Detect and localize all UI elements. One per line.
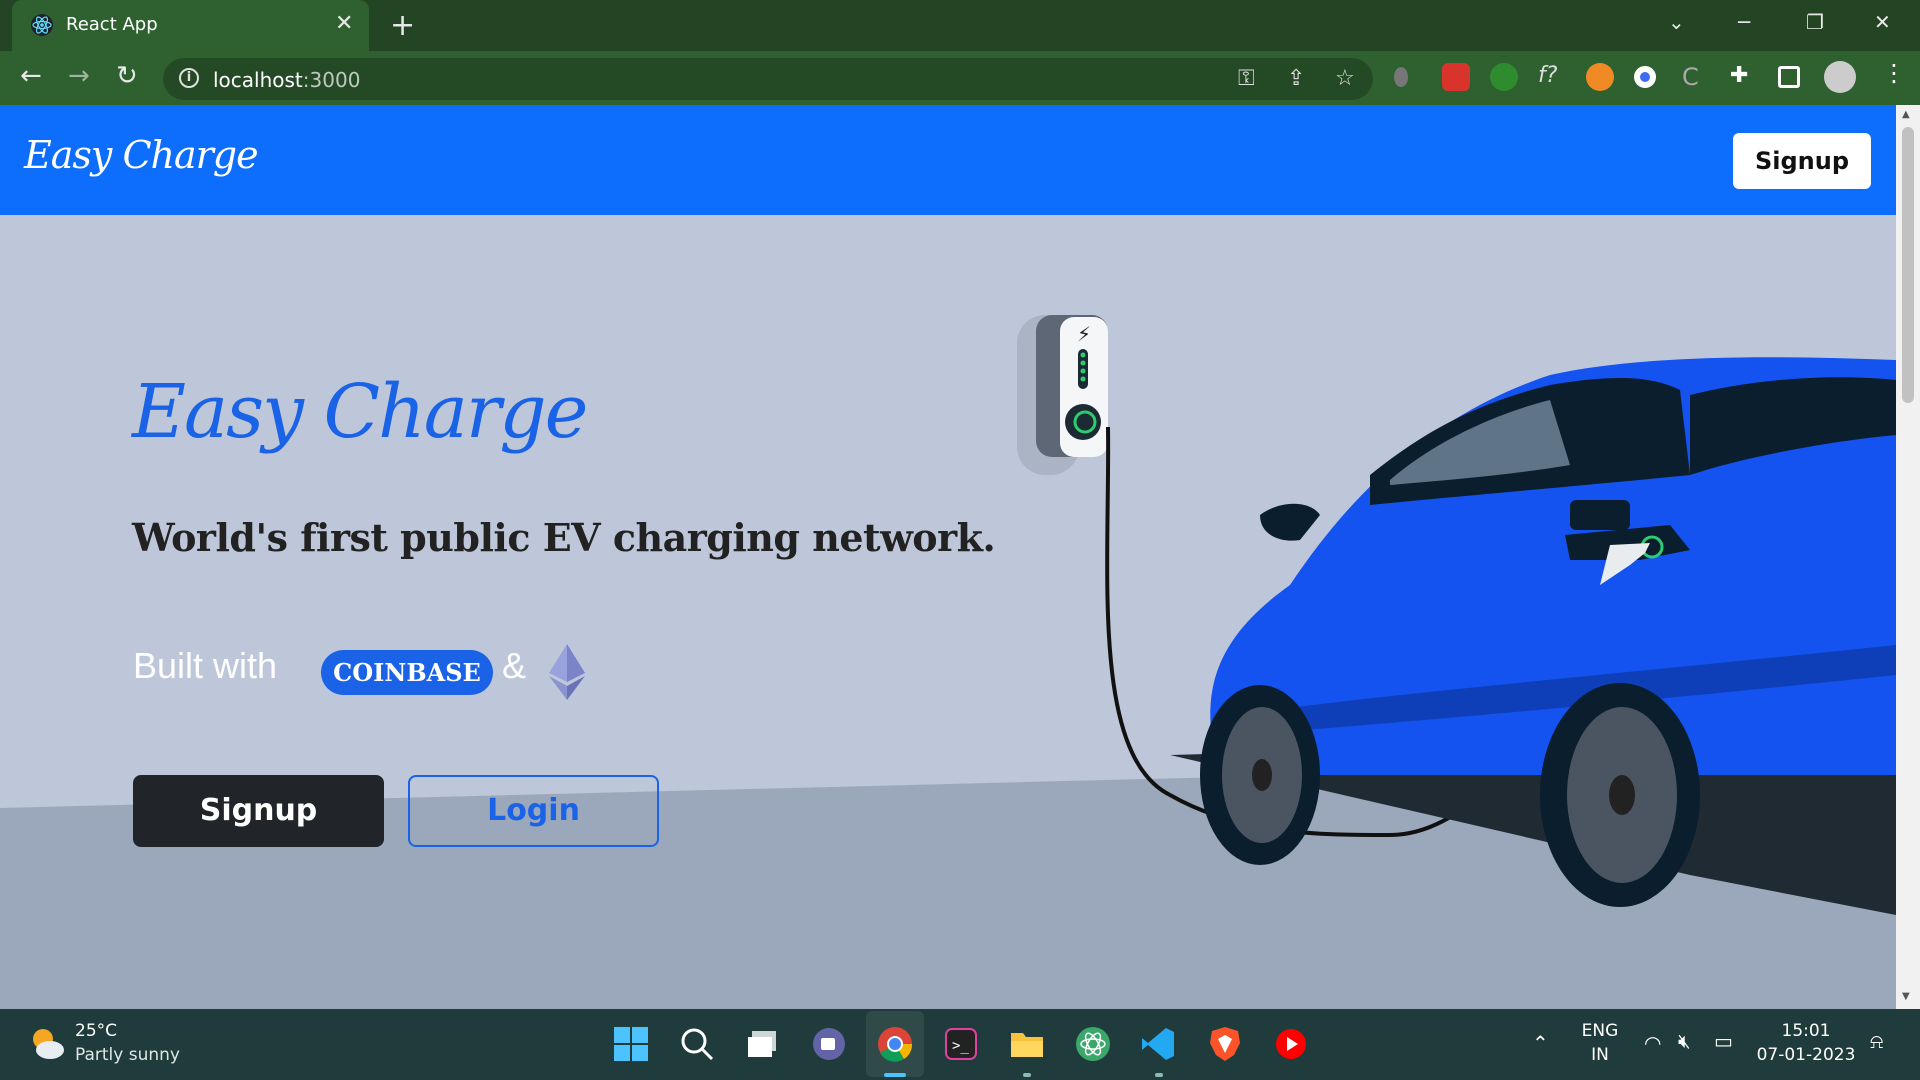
search-icon[interactable] bbox=[676, 1023, 718, 1065]
brand-logo[interactable]: Easy Charge bbox=[24, 133, 259, 177]
tab-strip: React App ✕ + ⌄ ─ ❐ ✕ bbox=[0, 0, 1920, 51]
svg-text:⚡: ⚡ bbox=[1077, 322, 1091, 346]
ampersand-text: & bbox=[502, 645, 527, 686]
tray-overflow-icon[interactable]: ⌃ bbox=[1532, 1031, 1549, 1055]
forward-icon[interactable]: → bbox=[68, 61, 90, 91]
navbar-signup-button[interactable]: Signup bbox=[1733, 133, 1871, 189]
language-indicator[interactable]: ENG bbox=[1580, 1021, 1620, 1041]
close-window-icon[interactable]: ✕ bbox=[1874, 10, 1891, 34]
top-navbar: Easy Charge Signup bbox=[0, 105, 1896, 215]
tab-title: React App bbox=[66, 14, 158, 35]
brave-icon[interactable] bbox=[1204, 1023, 1246, 1065]
restore-icon[interactable]: ❐ bbox=[1806, 10, 1824, 34]
scroll-thumb[interactable] bbox=[1902, 127, 1914, 403]
menu-icon[interactable]: ⋮ bbox=[1882, 59, 1910, 87]
clock-time[interactable]: 15:01 bbox=[1756, 1021, 1856, 1041]
tab-search-icon[interactable]: ⌄ bbox=[1668, 10, 1685, 34]
hero-signup-button[interactable]: Signup bbox=[133, 775, 384, 847]
volume-muted-icon[interactable]: 🔇︎ bbox=[1678, 1029, 1691, 1053]
reload-icon[interactable]: ↻ bbox=[116, 61, 138, 91]
extension-tree-icon[interactable] bbox=[1490, 63, 1518, 91]
close-tab-icon[interactable]: ✕ bbox=[335, 11, 353, 36]
explorer-running-indicator bbox=[1023, 1073, 1031, 1077]
teams-chat-icon[interactable] bbox=[808, 1023, 850, 1065]
star-icon[interactable]: ☆ bbox=[1335, 66, 1355, 91]
file-explorer-icon[interactable] bbox=[1006, 1023, 1048, 1065]
ev-car-illustration: ⚡ bbox=[1017, 315, 1896, 915]
scroll-down-icon[interactable]: ▼ bbox=[1902, 991, 1910, 1002]
windows-start-icon[interactable] bbox=[610, 1023, 652, 1065]
hero-title: Easy Charge bbox=[132, 369, 588, 455]
clock-date[interactable]: 07-01-2023 bbox=[1756, 1045, 1856, 1065]
vscode-icon[interactable] bbox=[1138, 1023, 1180, 1065]
address-bar[interactable]: i localhost:3000 ⚿ ⇪ ☆ bbox=[163, 58, 1373, 100]
extension-c-icon[interactable]: C bbox=[1682, 63, 1710, 91]
ethereum-icon bbox=[549, 644, 585, 700]
hero-login-button[interactable]: Login bbox=[408, 775, 659, 847]
youtube-music-icon[interactable] bbox=[1270, 1023, 1312, 1065]
back-icon[interactable]: ← bbox=[20, 61, 42, 91]
wifi-icon[interactable]: ◠ bbox=[1644, 1031, 1661, 1055]
weather-temperature[interactable]: 25°C bbox=[75, 1021, 117, 1041]
task-view-icon[interactable] bbox=[742, 1023, 784, 1065]
battery-icon[interactable]: ▭ bbox=[1714, 1029, 1733, 1053]
page-viewport: Easy Charge Signup Easy Charge World's f… bbox=[0, 105, 1896, 1009]
extension-1-icon[interactable] bbox=[1394, 67, 1408, 87]
hero-tagline: World's first public EV charging network… bbox=[132, 515, 996, 560]
share-icon[interactable]: ⇪ bbox=[1287, 66, 1305, 91]
sidepanel-icon[interactable] bbox=[1778, 66, 1800, 88]
site-info-icon[interactable]: i bbox=[179, 68, 199, 88]
notification-icon[interactable]: ⍾ bbox=[1870, 1029, 1883, 1053]
weather-condition[interactable]: Partly sunny bbox=[75, 1045, 180, 1065]
chrome-running-indicator bbox=[884, 1073, 906, 1077]
built-with-label: Built with bbox=[133, 645, 278, 686]
profile-avatar[interactable] bbox=[1824, 61, 1856, 93]
chrome-icon[interactable] bbox=[874, 1023, 916, 1065]
atom-app-icon[interactable] bbox=[1072, 1023, 1114, 1065]
extension-fx-icon[interactable]: f? bbox=[1538, 63, 1566, 91]
minimize-icon[interactable]: ─ bbox=[1738, 10, 1750, 34]
extension-circle-icon[interactable] bbox=[1634, 66, 1656, 88]
metamask-icon[interactable] bbox=[1586, 63, 1614, 91]
react-icon bbox=[31, 14, 53, 36]
taskbar: 25°C Partly sunny >_ ⌃ ENG IN ◠ 🔇︎ ▭ 15:… bbox=[0, 1009, 1920, 1080]
weather-icon[interactable] bbox=[28, 1024, 66, 1062]
url-text[interactable]: localhost:3000 bbox=[213, 68, 360, 92]
key-icon[interactable]: ⚿ bbox=[1238, 66, 1255, 91]
vscode-running-indicator bbox=[1155, 1073, 1163, 1077]
scroll-up-icon[interactable]: ▲ bbox=[1902, 109, 1910, 120]
new-tab-button[interactable]: + bbox=[390, 8, 415, 43]
extension-2-icon[interactable] bbox=[1442, 63, 1470, 91]
page-scrollbar[interactable]: ▲ ▼ bbox=[1896, 105, 1920, 1009]
svg-text:>_: >_ bbox=[952, 1038, 969, 1054]
coinbase-badge: COINBASE bbox=[321, 650, 493, 695]
browser-toolbar: ← → ↻ i localhost:3000 ⚿ ⇪ ☆ f? C ✚ ⋮ bbox=[0, 51, 1920, 105]
extensions-icon[interactable]: ✚ bbox=[1730, 63, 1758, 91]
terminal-icon[interactable]: >_ bbox=[940, 1023, 982, 1065]
browser-tab[interactable]: React App ✕ bbox=[12, 0, 369, 51]
region-indicator[interactable]: IN bbox=[1580, 1045, 1620, 1065]
